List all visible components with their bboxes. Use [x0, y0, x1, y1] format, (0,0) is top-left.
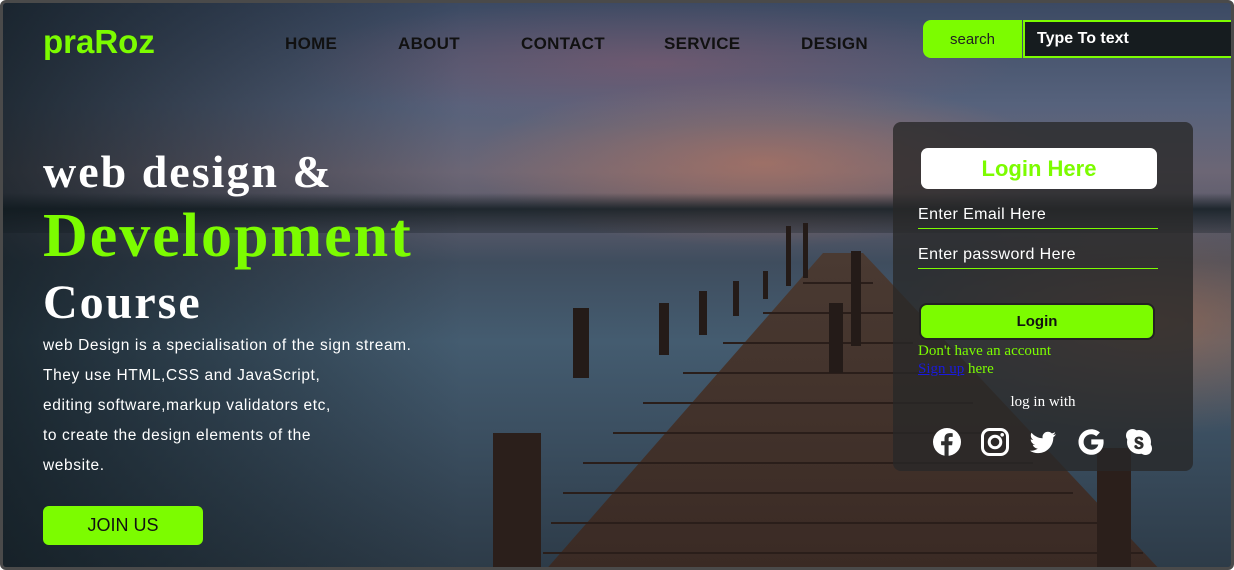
logo[interactable]: praRoz	[43, 23, 155, 61]
signup-line: Sign up here	[918, 361, 994, 378]
hero-description-line: They use HTML,CSS and JavaScript,	[43, 367, 321, 384]
hero-description-line: editing software,markup validators etc,	[43, 397, 331, 414]
login-button[interactable]: Login	[919, 303, 1155, 340]
join-us-button[interactable]: JOIN US	[43, 506, 203, 545]
hero-heading-line1: web design &	[43, 146, 333, 197]
nav-contact[interactable]: CONTACT	[521, 34, 605, 54]
hero-description-line: to create the design elements of the	[43, 427, 312, 444]
nav-service[interactable]: SERVICE	[664, 34, 740, 54]
nav-about[interactable]: ABOUT	[398, 34, 460, 54]
skype-icon[interactable]	[1124, 427, 1154, 457]
login-panel: Login Here Login Don't have an account S…	[893, 122, 1193, 471]
login-title: Login Here	[921, 148, 1157, 189]
hero-description-line: web Design is a specialisation of the si…	[43, 337, 412, 354]
no-account-text: Don't have an account	[918, 343, 1052, 359]
signup-link[interactable]: Sign up	[918, 361, 964, 377]
nav-design[interactable]: DESIGN	[801, 34, 868, 54]
signup-suffix: here	[964, 361, 994, 377]
google-icon[interactable]	[1076, 427, 1106, 457]
password-field[interactable]	[918, 242, 1158, 269]
hero-heading-line2: Development	[43, 202, 413, 270]
login-with-text: log in with	[1010, 394, 1076, 410]
page: praRoz HOME ABOUT CONTACT SERVICE DESIGN…	[0, 0, 1234, 570]
nav-home[interactable]: HOME	[285, 34, 337, 54]
search-input[interactable]	[1023, 20, 1231, 58]
email-field[interactable]	[918, 202, 1158, 229]
hero-heading-line3: Course	[43, 276, 202, 329]
hero-description-line: website.	[43, 457, 105, 474]
search-button[interactable]: search	[923, 20, 1022, 58]
instagram-icon[interactable]	[980, 427, 1010, 457]
facebook-icon[interactable]	[932, 427, 962, 457]
twitter-icon[interactable]	[1028, 427, 1058, 457]
